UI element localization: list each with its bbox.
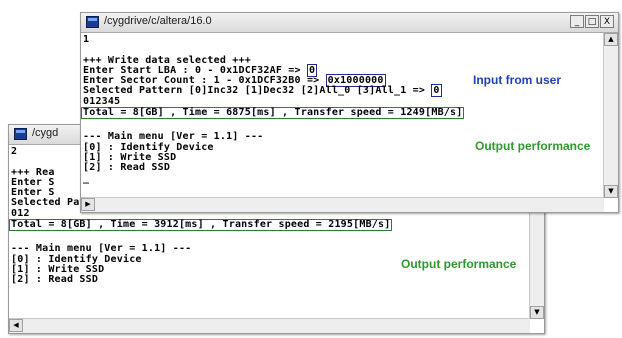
perf-line-wrapper: Total = 8[GB] , Time = 3912[ms] , Transf… xyxy=(9,219,393,234)
back-window-title: /cygd xyxy=(32,127,59,139)
perf-line-wrapper: Total = 8[GB] , Time = 6875[ms] , Transf… xyxy=(81,107,465,122)
back-horizontal-scrollbar[interactable]: ◀ xyxy=(9,318,530,333)
scroll-right-icon[interactable]: ▶ xyxy=(81,198,95,211)
scroll-down-button[interactable]: ▼ xyxy=(530,306,544,319)
performance-result: Total = 8[GB] , Time = 3912[ms] , Transf… xyxy=(9,219,393,232)
menu-item-read: [2] : Read SSD xyxy=(83,162,171,174)
cursor: _ xyxy=(83,172,90,184)
pattern-select-line: Selected Pattern [0]Inc32 [1]Dec32 [2]Al… xyxy=(83,84,464,98)
scroll-down-button[interactable]: ▼ xyxy=(604,185,618,198)
terminal-icon xyxy=(14,128,27,140)
front-horizontal-scrollbar[interactable]: ◀ ▶ xyxy=(81,197,604,212)
scroll-left-icon[interactable]: ◀ xyxy=(9,319,23,332)
scroll-up-button[interactable]: ▲ xyxy=(604,33,618,46)
terminal-icon xyxy=(86,16,99,28)
menu-item-read: [2] : Read SSD xyxy=(11,274,99,286)
window-controls: _ □ X xyxy=(570,15,614,28)
pattern-output-line: 012345 xyxy=(83,95,121,107)
front-window-titlebar[interactable]: /cygdrive/c/altera/16.0 _ □ X xyxy=(81,13,618,33)
close-button[interactable]: X xyxy=(600,15,614,28)
front-vertical-scrollbar[interactable]: ▲ ▼ xyxy=(603,33,618,198)
input-from-user-note: Input from user xyxy=(473,73,562,87)
front-window-title: /cygdrive/c/altera/16.0 xyxy=(104,15,212,27)
pattern-select-prompt: Selected Pattern [0]Inc32 [1]Dec32 [2]Al… xyxy=(83,85,426,97)
front-console-output: 1 +++ Write data selected +++ Enter Star… xyxy=(81,34,465,184)
minimize-button[interactable]: _ xyxy=(570,15,584,28)
back-output-performance-note: Output performance xyxy=(401,257,517,271)
performance-result: Total = 8[GB] , Time = 6875[ms] , Transf… xyxy=(81,107,465,120)
maximize-button[interactable]: □ xyxy=(585,15,599,28)
pattern-select-input: 0 xyxy=(431,84,442,98)
front-output-performance-note: Output performance xyxy=(475,139,591,153)
front-console-window: /cygdrive/c/altera/16.0 _ □ X 1 +++ Writ… xyxy=(80,12,619,213)
console-line: 1 xyxy=(83,34,90,45)
